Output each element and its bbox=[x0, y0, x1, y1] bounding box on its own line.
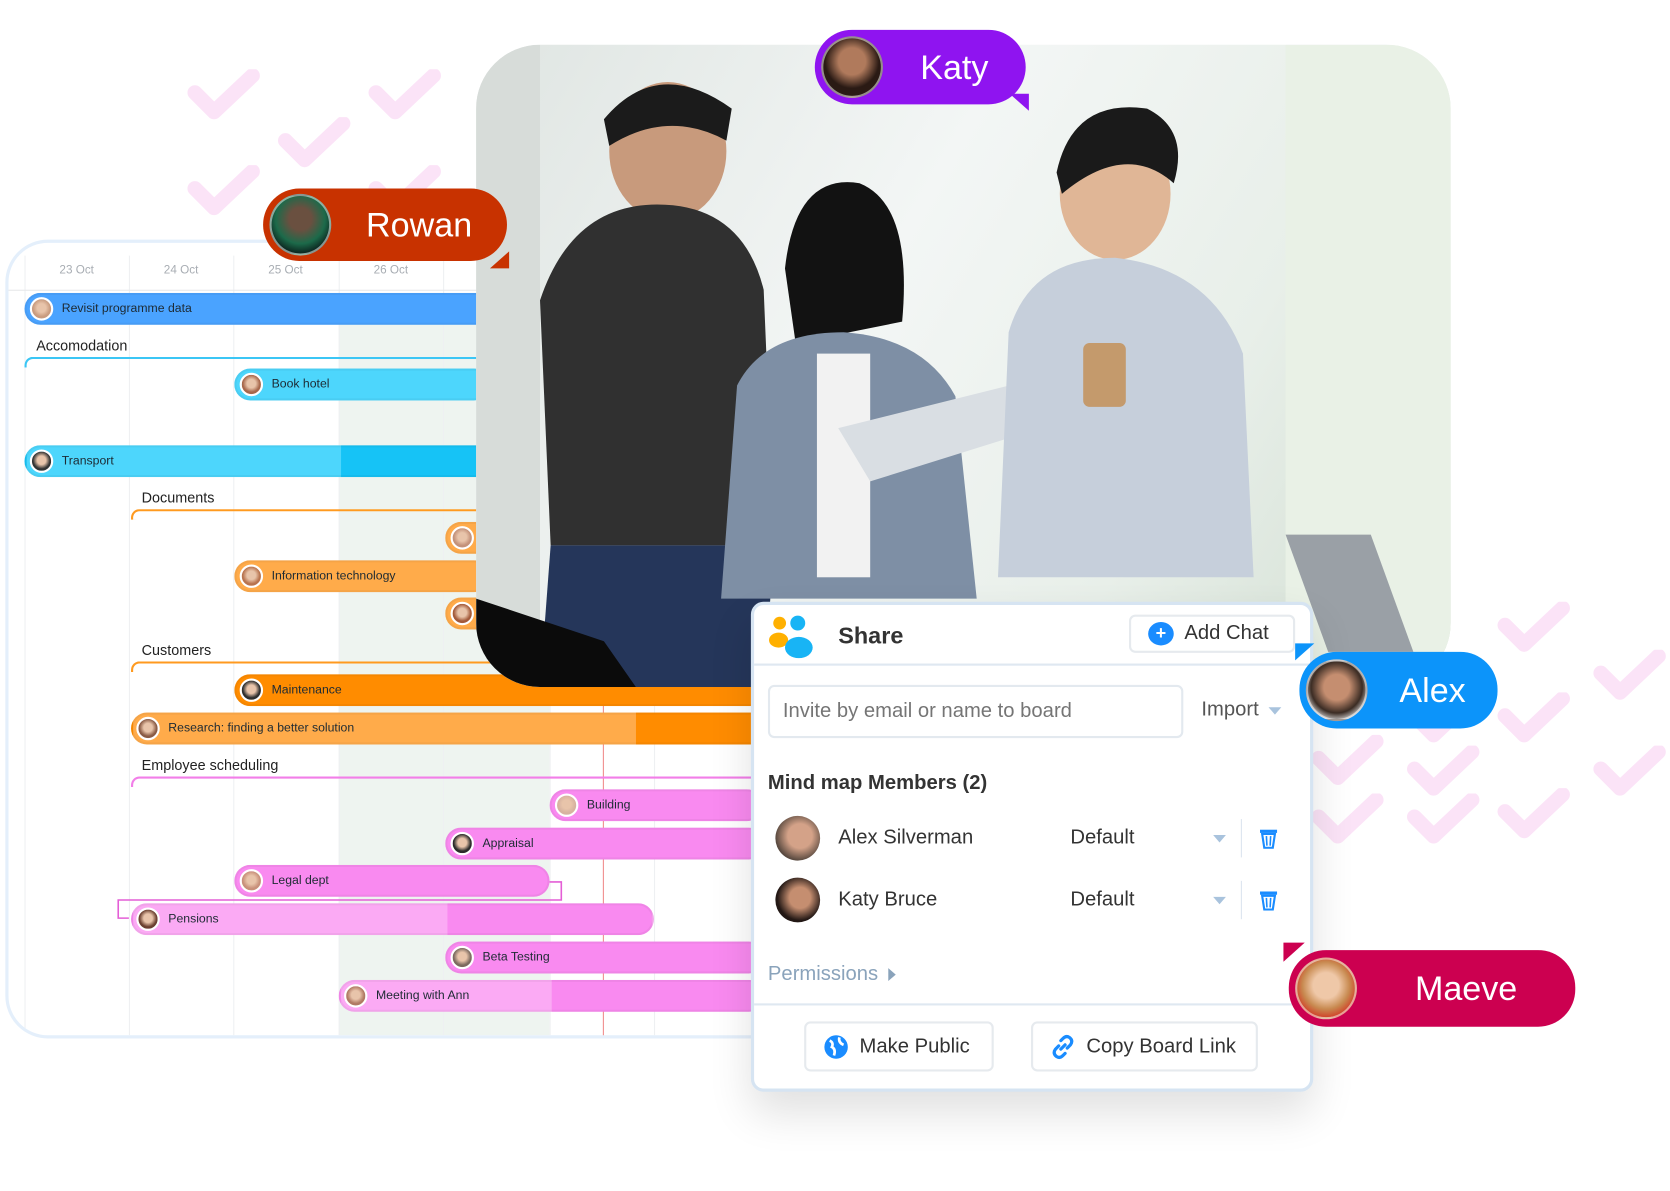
chevron-down-icon bbox=[1213, 896, 1226, 904]
avatar bbox=[775, 877, 821, 923]
permissions-toggle[interactable]: Permissions bbox=[767, 962, 897, 986]
add-chat-button[interactable]: + Add Chat bbox=[1129, 614, 1296, 653]
member-row: Alex Silverman Default bbox=[775, 813, 1291, 864]
copy-link-label: Copy Board Link bbox=[1086, 1034, 1237, 1058]
make-public-label: Make Public bbox=[859, 1034, 970, 1058]
avatar bbox=[269, 193, 332, 256]
chevron-down-icon bbox=[1213, 834, 1226, 842]
team-photo bbox=[476, 44, 1451, 687]
avatar bbox=[1305, 659, 1368, 722]
role-dropdown[interactable]: Default bbox=[1070, 827, 1240, 850]
make-public-button[interactable]: Make Public bbox=[804, 1021, 994, 1072]
checkmark-icon bbox=[277, 116, 352, 170]
checkmark-icon bbox=[1592, 648, 1667, 703]
collaborator-tag-rowan: Rowan bbox=[263, 188, 507, 261]
share-dialog: Share + Add Chat Import Mind map Members… bbox=[750, 601, 1314, 1092]
globe-icon bbox=[824, 1034, 848, 1059]
checkmark-icon bbox=[367, 68, 442, 122]
checkmark-icon bbox=[1310, 733, 1385, 788]
collaborator-name: Rowan bbox=[366, 205, 473, 244]
checkmark-icon bbox=[1310, 792, 1385, 846]
member-name: Alex Silverman bbox=[838, 826, 974, 849]
add-chat-label: Add Chat bbox=[1184, 622, 1269, 645]
link-icon bbox=[1052, 1034, 1074, 1059]
collaborator-name: Katy bbox=[920, 47, 989, 86]
role-dropdown[interactable]: Default bbox=[1070, 888, 1240, 911]
checkmark-icon bbox=[186, 68, 261, 122]
chevron-down-icon bbox=[1268, 706, 1282, 715]
chevron-right-icon bbox=[888, 968, 897, 981]
avatar bbox=[775, 815, 821, 861]
people-icon bbox=[769, 613, 818, 659]
trash-icon[interactable] bbox=[1259, 828, 1278, 849]
collaborator-tag-maeve: Maeve bbox=[1288, 950, 1576, 1027]
role-label: Default bbox=[1070, 888, 1135, 911]
collaborator-tag-alex: Alex bbox=[1299, 651, 1498, 729]
cursor-pointer-icon bbox=[1009, 93, 1029, 111]
cursor-pointer-icon bbox=[489, 251, 510, 269]
chat-plus-icon: + bbox=[1148, 622, 1174, 646]
invite-input[interactable] bbox=[767, 684, 1184, 739]
avatar bbox=[821, 36, 883, 98]
role-label: Default bbox=[1070, 826, 1135, 849]
copy-board-link-button[interactable]: Copy Board Link bbox=[1031, 1021, 1258, 1072]
dialog-title: Share bbox=[838, 622, 904, 649]
cursor-pointer-icon bbox=[1295, 643, 1315, 661]
member-row: Katy Bruce Default bbox=[775, 874, 1291, 925]
checkmark-icon bbox=[1406, 792, 1481, 846]
collaborator-name: Maeve bbox=[1414, 968, 1518, 1008]
members-heading: Mind map Members (2) bbox=[767, 772, 988, 795]
checkmark-icon bbox=[1496, 691, 1571, 745]
collaborator-tag-katy: Katy bbox=[814, 29, 1026, 105]
member-name: Katy Bruce bbox=[838, 888, 938, 911]
import-label: Import bbox=[1201, 698, 1259, 722]
avatar bbox=[1295, 957, 1357, 1020]
collaborator-name: Alex bbox=[1399, 670, 1466, 709]
permissions-label: Permissions bbox=[767, 962, 879, 986]
trash-icon[interactable] bbox=[1259, 889, 1278, 911]
checkmark-icon bbox=[1496, 600, 1571, 655]
checkmark-icon bbox=[186, 164, 261, 218]
checkmark-icon bbox=[1592, 744, 1667, 799]
checkmark-icon bbox=[1406, 744, 1481, 799]
checkmark-icon bbox=[1496, 787, 1571, 841]
import-dropdown[interactable]: Import bbox=[1201, 698, 1282, 722]
